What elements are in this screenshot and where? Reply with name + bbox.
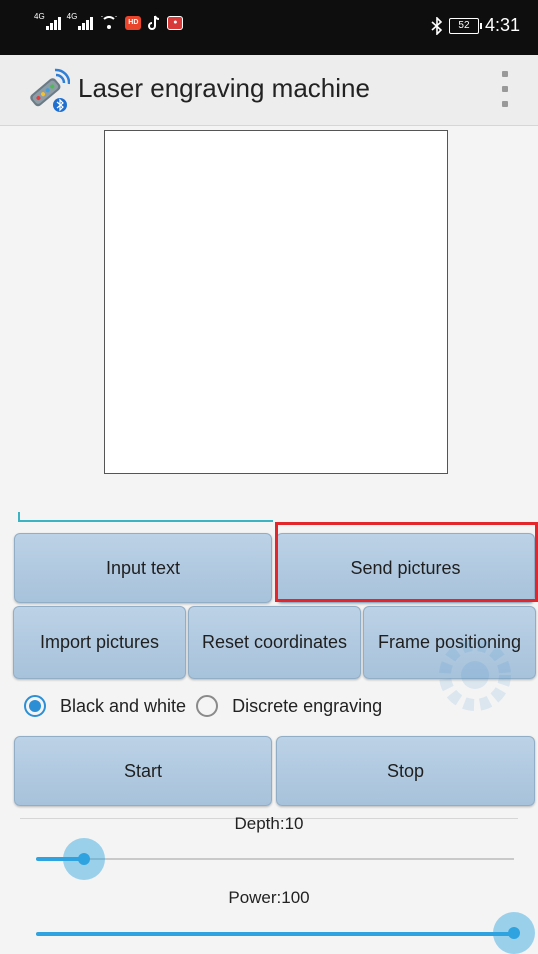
battery-icon: 52 [448, 17, 482, 34]
power-slider-fill [36, 932, 514, 936]
radio-label-discrete-engraving: Discrete engraving [232, 695, 383, 716]
reset-coordinates-button[interactable]: Reset coordinates [188, 606, 361, 679]
radio-discrete-engraving[interactable] [196, 695, 219, 717]
status-bar: 4G 4G HD ● 52 4:31 [0, 0, 538, 55]
wifi-icon [99, 16, 119, 30]
depth-slider-thumb[interactable] [62, 838, 105, 880]
status-icons-right: 52 4:31 [431, 15, 520, 36]
overflow-menu-icon[interactable] [500, 71, 510, 107]
radio-black-and-white[interactable] [24, 695, 46, 717]
depth-label: Depth:10 [234, 814, 304, 833]
input-text-button[interactable]: Input text [14, 533, 272, 603]
app-bar: Laser engraving machine [0, 55, 538, 126]
depth-slider-track[interactable] [36, 858, 514, 860]
signal-bars-icon [78, 16, 94, 30]
app-title: Laser engraving machine [78, 73, 370, 103]
tiktok-icon [148, 15, 160, 30]
stop-button[interactable]: Stop [276, 736, 535, 806]
text-input-field[interactable] [18, 512, 273, 522]
signal-bars-icon [45, 16, 61, 30]
laser-remote-app-icon [30, 68, 70, 112]
power-slider-thumb[interactable] [493, 912, 535, 954]
start-button[interactable]: Start [14, 736, 272, 806]
radio-label-black-and-white: Black and white [60, 695, 187, 716]
engraving-mode-group: Black and white Discrete engraving [24, 690, 392, 722]
status-icons-left: 4G 4G HD ● [34, 12, 184, 31]
watermark-gear-icon [439, 639, 511, 711]
cellular-signal-1: 4G [34, 12, 61, 30]
import-pictures-button[interactable]: Import pictures [13, 606, 186, 679]
camera-app-icon: ● [167, 16, 184, 30]
bluetooth-icon [431, 16, 443, 35]
notification-badge-icon: HD [125, 16, 142, 30]
cellular-signal-2: 4G [67, 12, 94, 30]
image-preview-canvas [104, 130, 448, 474]
clock: 4:31 [484, 15, 520, 35]
power-label: Power:100 [228, 888, 310, 907]
